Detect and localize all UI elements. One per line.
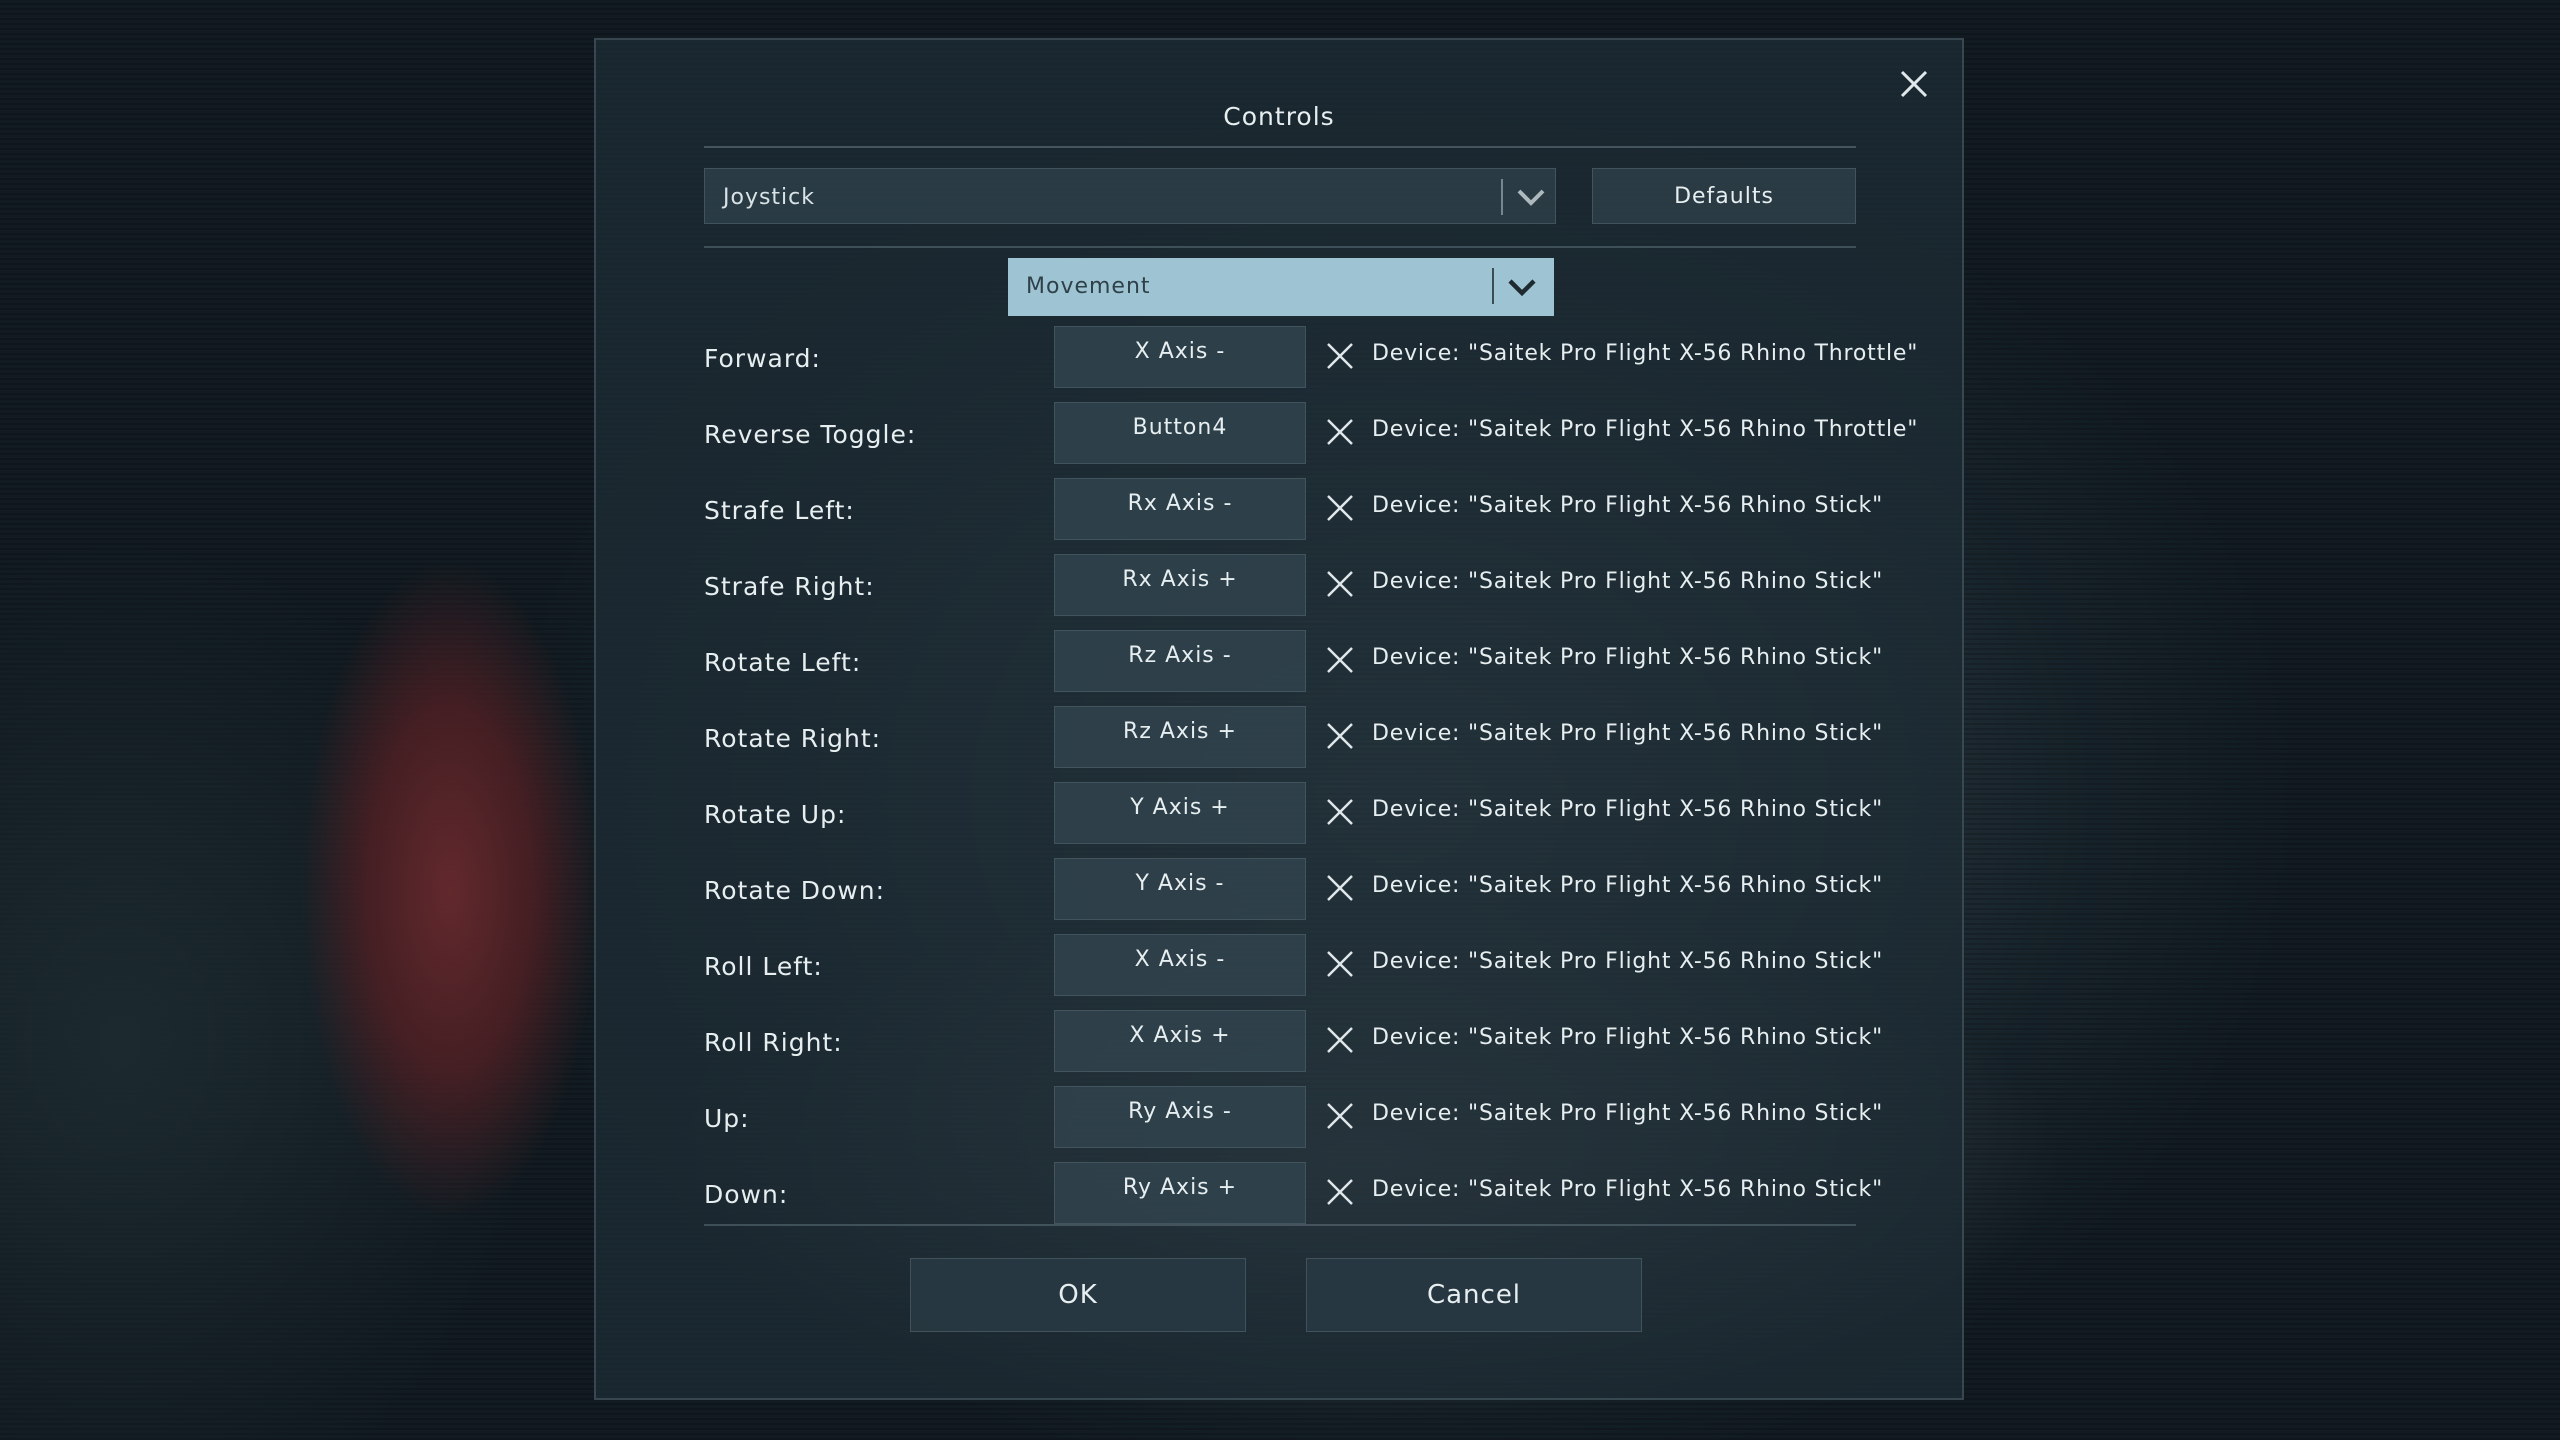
action-label: Rotate Left: [704,648,862,677]
binding-row-roll-right: Roll Right: X Axis + Device: "Saitek Pro… [704,1010,1964,1072]
device-name: Device: "Saitek Pro Flight X-56 Rhino St… [1372,1101,1884,1126]
title-divider [704,146,1856,148]
close-button[interactable] [1892,62,1936,106]
action-label: Strafe Left: [704,496,855,525]
device-name: Device: "Saitek Pro Flight X-56 Rhino St… [1372,721,1884,746]
clear-binding-icon[interactable] [1324,1176,1356,1208]
device-name: Device: "Saitek Pro Flight X-56 Rhino St… [1372,949,1884,974]
clear-binding-icon[interactable] [1324,948,1356,980]
select-divider [1501,179,1503,215]
action-label: Strafe Right: [704,572,875,601]
clear-binding-icon[interactable] [1324,872,1356,904]
action-label: Rotate Up: [704,800,847,829]
device-name: Device: "Saitek Pro Flight X-56 Rhino St… [1372,569,1884,594]
category-value: Movement [1026,274,1151,299]
clear-binding-icon[interactable] [1324,644,1356,676]
binding-button[interactable]: X Axis - [1054,934,1306,996]
clear-binding-icon[interactable] [1324,796,1356,828]
device-type-select[interactable]: Joystick [704,168,1556,224]
device-name: Device: "Saitek Pro Flight X-56 Rhino St… [1372,1025,1884,1050]
binding-row-strafe-left: Strafe Left: Rx Axis - Device: "Saitek P… [704,478,1964,540]
action-label: Forward: [704,344,821,373]
binding-button[interactable]: Ry Axis + [1054,1162,1306,1224]
device-name: Device: "Saitek Pro Flight X-56 Rhino St… [1372,797,1884,822]
action-label: Rotate Right: [704,724,882,753]
binding-row-rotate-up: Rotate Up: Y Axis + Device: "Saitek Pro … [704,782,1964,844]
device-name: Device: "Saitek Pro Flight X-56 Rhino St… [1372,873,1884,898]
binding-button[interactable]: Rx Axis - [1054,478,1306,540]
action-label: Rotate Down: [704,876,886,905]
dialog-title: Controls [1223,102,1335,131]
action-label: Down: [704,1180,789,1209]
binding-row-strafe-right: Strafe Right: Rx Axis + Device: "Saitek … [704,554,1964,616]
binding-row-rotate-right: Rotate Right: Rz Axis + Device: "Saitek … [704,706,1964,768]
defaults-button[interactable]: Defaults [1592,168,1856,224]
binding-row-forward: Forward: X Axis - Device: "Saitek Pro Fl… [704,326,1964,388]
action-label: Up: [704,1104,750,1133]
clear-binding-icon[interactable] [1324,416,1356,448]
binding-button[interactable]: Rz Axis + [1054,706,1306,768]
binding-row-rotate-down: Rotate Down: Y Axis - Device: "Saitek Pr… [704,858,1964,920]
device-name: Device: "Saitek Pro Flight X-56 Rhino Th… [1372,417,1919,442]
binding-button[interactable]: Ry Axis - [1054,1086,1306,1148]
binding-button[interactable]: Y Axis + [1054,782,1306,844]
clear-binding-icon[interactable] [1324,1100,1356,1132]
close-icon [1900,70,1928,98]
background-astronaut [300,560,600,1260]
binding-button[interactable]: Button4 [1054,402,1306,464]
binding-row-down: Down: Ry Axis + Device: "Saitek Pro Flig… [704,1162,1964,1224]
binding-button[interactable]: X Axis + [1054,1010,1306,1072]
binding-button[interactable]: X Axis - [1054,326,1306,388]
category-select[interactable]: Movement [1008,258,1554,316]
background-wreckage [0,520,620,1440]
clear-binding-icon[interactable] [1324,720,1356,752]
device-name: Device: "Saitek Pro Flight X-56 Rhino St… [1372,1177,1884,1202]
binding-row-roll-left: Roll Left: X Axis - Device: "Saitek Pro … [704,934,1964,996]
device-name: Device: "Saitek Pro Flight X-56 Rhino St… [1372,645,1884,670]
chevron-down-icon [1517,189,1545,206]
action-label: Roll Left: [704,952,823,981]
clear-binding-icon[interactable] [1324,340,1356,372]
device-name: Device: "Saitek Pro Flight X-56 Rhino Th… [1372,341,1919,366]
cancel-button[interactable]: Cancel [1306,1258,1642,1332]
controls-dialog: Controls Joystick Defaults Movement Forw… [594,38,1964,1400]
select-divider [1492,268,1494,304]
action-label: Reverse Toggle: [704,420,917,449]
header-divider [704,246,1856,248]
binding-button[interactable]: Rx Axis + [1054,554,1306,616]
chevron-down-icon [1508,279,1536,297]
binding-row-reverse-toggle: Reverse Toggle: Button4 Device: "Saitek … [704,402,1964,464]
clear-binding-icon[interactable] [1324,568,1356,600]
clear-binding-icon[interactable] [1324,492,1356,524]
device-name: Device: "Saitek Pro Flight X-56 Rhino St… [1372,493,1884,518]
binding-row-up: Up: Ry Axis - Device: "Saitek Pro Flight… [704,1086,1964,1148]
clear-binding-icon[interactable] [1324,1024,1356,1056]
ok-button[interactable]: OK [910,1258,1246,1332]
footer-divider [704,1224,1856,1226]
binding-row-rotate-left: Rotate Left: Rz Axis - Device: "Saitek P… [704,630,1964,692]
action-label: Roll Right: [704,1028,843,1057]
binding-button[interactable]: Y Axis - [1054,858,1306,920]
binding-button[interactable]: Rz Axis - [1054,630,1306,692]
device-type-value: Joystick [723,185,816,210]
